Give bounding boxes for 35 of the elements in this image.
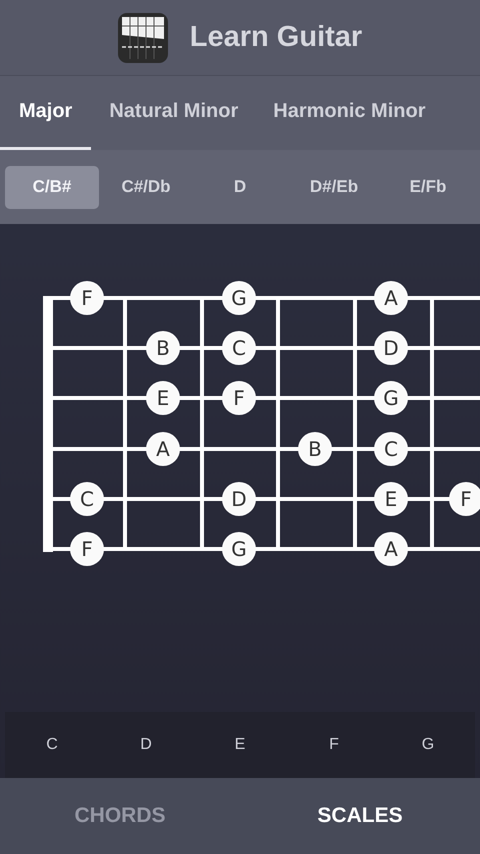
scale-note: C — [45, 736, 59, 754]
key-tab[interactable]: D — [193, 166, 287, 208]
note-marker: D — [374, 331, 408, 365]
note-marker: B — [146, 331, 180, 365]
scale-note: E — [234, 736, 246, 754]
key-tab[interactable]: C/B# — [5, 166, 99, 208]
note-marker: F — [222, 381, 256, 415]
note-marker: G — [222, 532, 256, 566]
note-marker: D — [222, 482, 256, 516]
note-marker: C — [70, 482, 104, 516]
note-marker: F — [449, 482, 480, 516]
note-marker: C — [222, 331, 256, 365]
scale-note: G — [420, 736, 436, 754]
scale-tab[interactable]: Natural Minor — [91, 76, 256, 150]
note-marker: E — [146, 381, 180, 415]
note-marker: G — [222, 281, 256, 315]
key-tab[interactable]: D#/Eb — [287, 166, 381, 208]
key-tab[interactable]: C#/Db — [99, 166, 193, 208]
bottom-nav-tab[interactable]: SCALES — [240, 778, 480, 854]
app-icon — [118, 12, 168, 62]
scale-tab[interactable]: Harmonic Minor — [255, 76, 442, 150]
note-marker: E — [374, 482, 408, 516]
note-marker: G — [374, 381, 408, 415]
note-marker: B — [298, 432, 332, 466]
note-marker: A — [374, 532, 408, 566]
key-tab[interactable]: E/Fb — [381, 166, 475, 208]
note-marker: F — [70, 532, 104, 566]
note-marker: A — [146, 432, 180, 466]
app-title: Learn Guitar — [190, 21, 362, 54]
note-marker: A — [374, 281, 408, 315]
scale-note: D — [139, 736, 153, 754]
note-marker: C — [374, 432, 408, 466]
bottom-nav-tab[interactable]: CHORDS — [0, 778, 240, 854]
scale-note: F — [328, 736, 340, 754]
note-marker: F — [70, 281, 104, 315]
